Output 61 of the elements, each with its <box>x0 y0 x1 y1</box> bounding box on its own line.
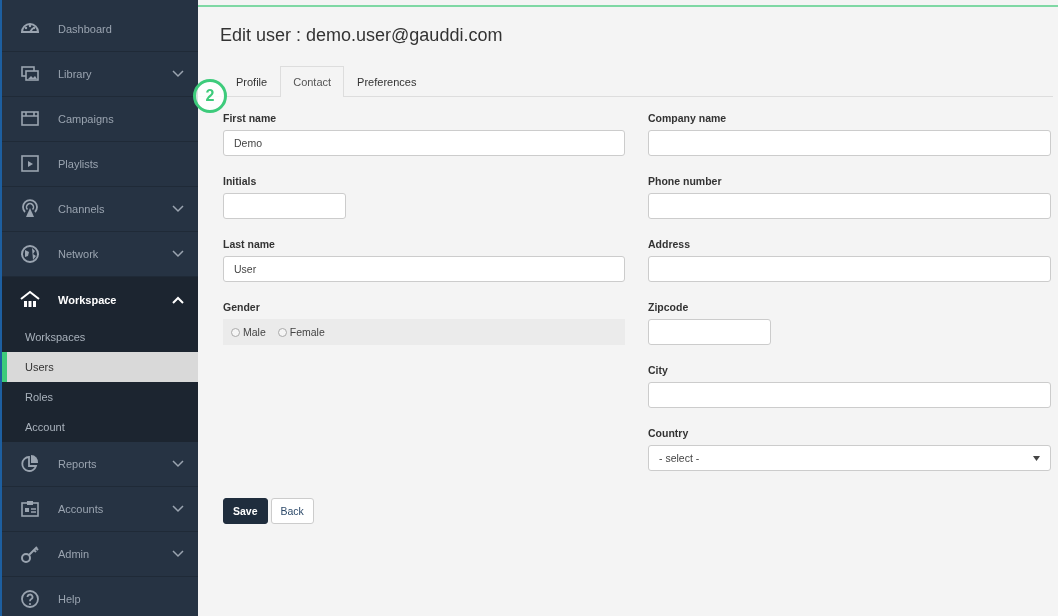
text-field[interactable] <box>648 256 1051 282</box>
globe-icon <box>20 244 40 264</box>
radio-option[interactable]: Male <box>231 326 266 338</box>
text-field[interactable] <box>223 193 346 219</box>
sidebar-item[interactable]: Campaigns <box>2 97 198 142</box>
sidebar-item[interactable]: Playlists <box>2 142 198 187</box>
page-title: Edit user : demo.user@gauddi.com <box>220 24 504 46</box>
submenu-item[interactable]: Account <box>2 412 198 442</box>
radio-option[interactable]: Female <box>277 326 325 338</box>
text-field[interactable] <box>648 382 1051 408</box>
caret-down-icon <box>1033 455 1040 461</box>
radio-button[interactable] <box>277 327 287 337</box>
field-label: Zipcode <box>648 301 690 313</box>
field-label: Phone number <box>648 175 723 187</box>
field-label: Company name <box>648 112 728 124</box>
chevron-down-icon <box>172 550 184 558</box>
chevron-down-icon <box>172 505 184 513</box>
field-label: Initials <box>223 175 258 187</box>
images-icon <box>20 64 40 84</box>
pie-chart-icon <box>20 454 40 474</box>
tab[interactable]: Contact <box>280 66 345 97</box>
text-field[interactable] <box>648 193 1051 219</box>
chevron-down-icon <box>172 70 184 78</box>
text-field[interactable] <box>648 319 771 345</box>
radio-button[interactable] <box>231 327 240 337</box>
field-label: First name <box>223 112 278 124</box>
calendar-icon <box>20 109 40 129</box>
help-icon <box>20 589 40 609</box>
sidebar-item[interactable]: Reports <box>2 442 198 487</box>
field-label: City <box>648 364 669 376</box>
sidebar-item[interactable]: Library <box>2 52 198 97</box>
chevron-down-icon <box>172 250 184 258</box>
video-icon <box>20 154 40 174</box>
field-label: Country <box>648 427 690 439</box>
submenu-item[interactable]: Users <box>2 352 198 382</box>
key-icon <box>20 544 40 564</box>
sidebar-item[interactable]: Dashboard <box>2 7 198 52</box>
chevron-up-icon <box>172 295 184 304</box>
save-button[interactable]: Save <box>223 498 268 524</box>
tab[interactable]: Preferences <box>344 66 430 96</box>
sidebar-item[interactable]: Channels <box>2 187 198 232</box>
sidebar-item[interactable]: Workspace <box>2 277 198 322</box>
broadcast-icon <box>20 199 40 219</box>
id-card-icon <box>20 499 40 519</box>
step-badge: 2 <box>193 79 227 113</box>
chevron-down-icon <box>172 205 184 213</box>
chevron-down-icon <box>172 460 184 468</box>
text-field[interactable]: User <box>223 256 625 282</box>
text-field[interactable] <box>648 130 1051 156</box>
sidebar-item[interactable]: Admin <box>2 532 198 577</box>
field-label: Last name <box>223 238 276 250</box>
field-label: Address <box>648 238 691 250</box>
select-field[interactable]: - select - <box>648 445 1051 471</box>
field-label: Gender <box>223 301 261 313</box>
submenu-item[interactable]: Workspaces <box>2 322 198 352</box>
back-button[interactable]: Back <box>270 498 314 524</box>
sidebar-item[interactable]: Accounts <box>2 487 198 532</box>
text-field[interactable]: Demo <box>223 130 625 156</box>
submenu-item[interactable]: Roles <box>2 382 198 412</box>
sidebar-item[interactable]: Help <box>2 577 198 616</box>
house-icon <box>20 289 40 310</box>
